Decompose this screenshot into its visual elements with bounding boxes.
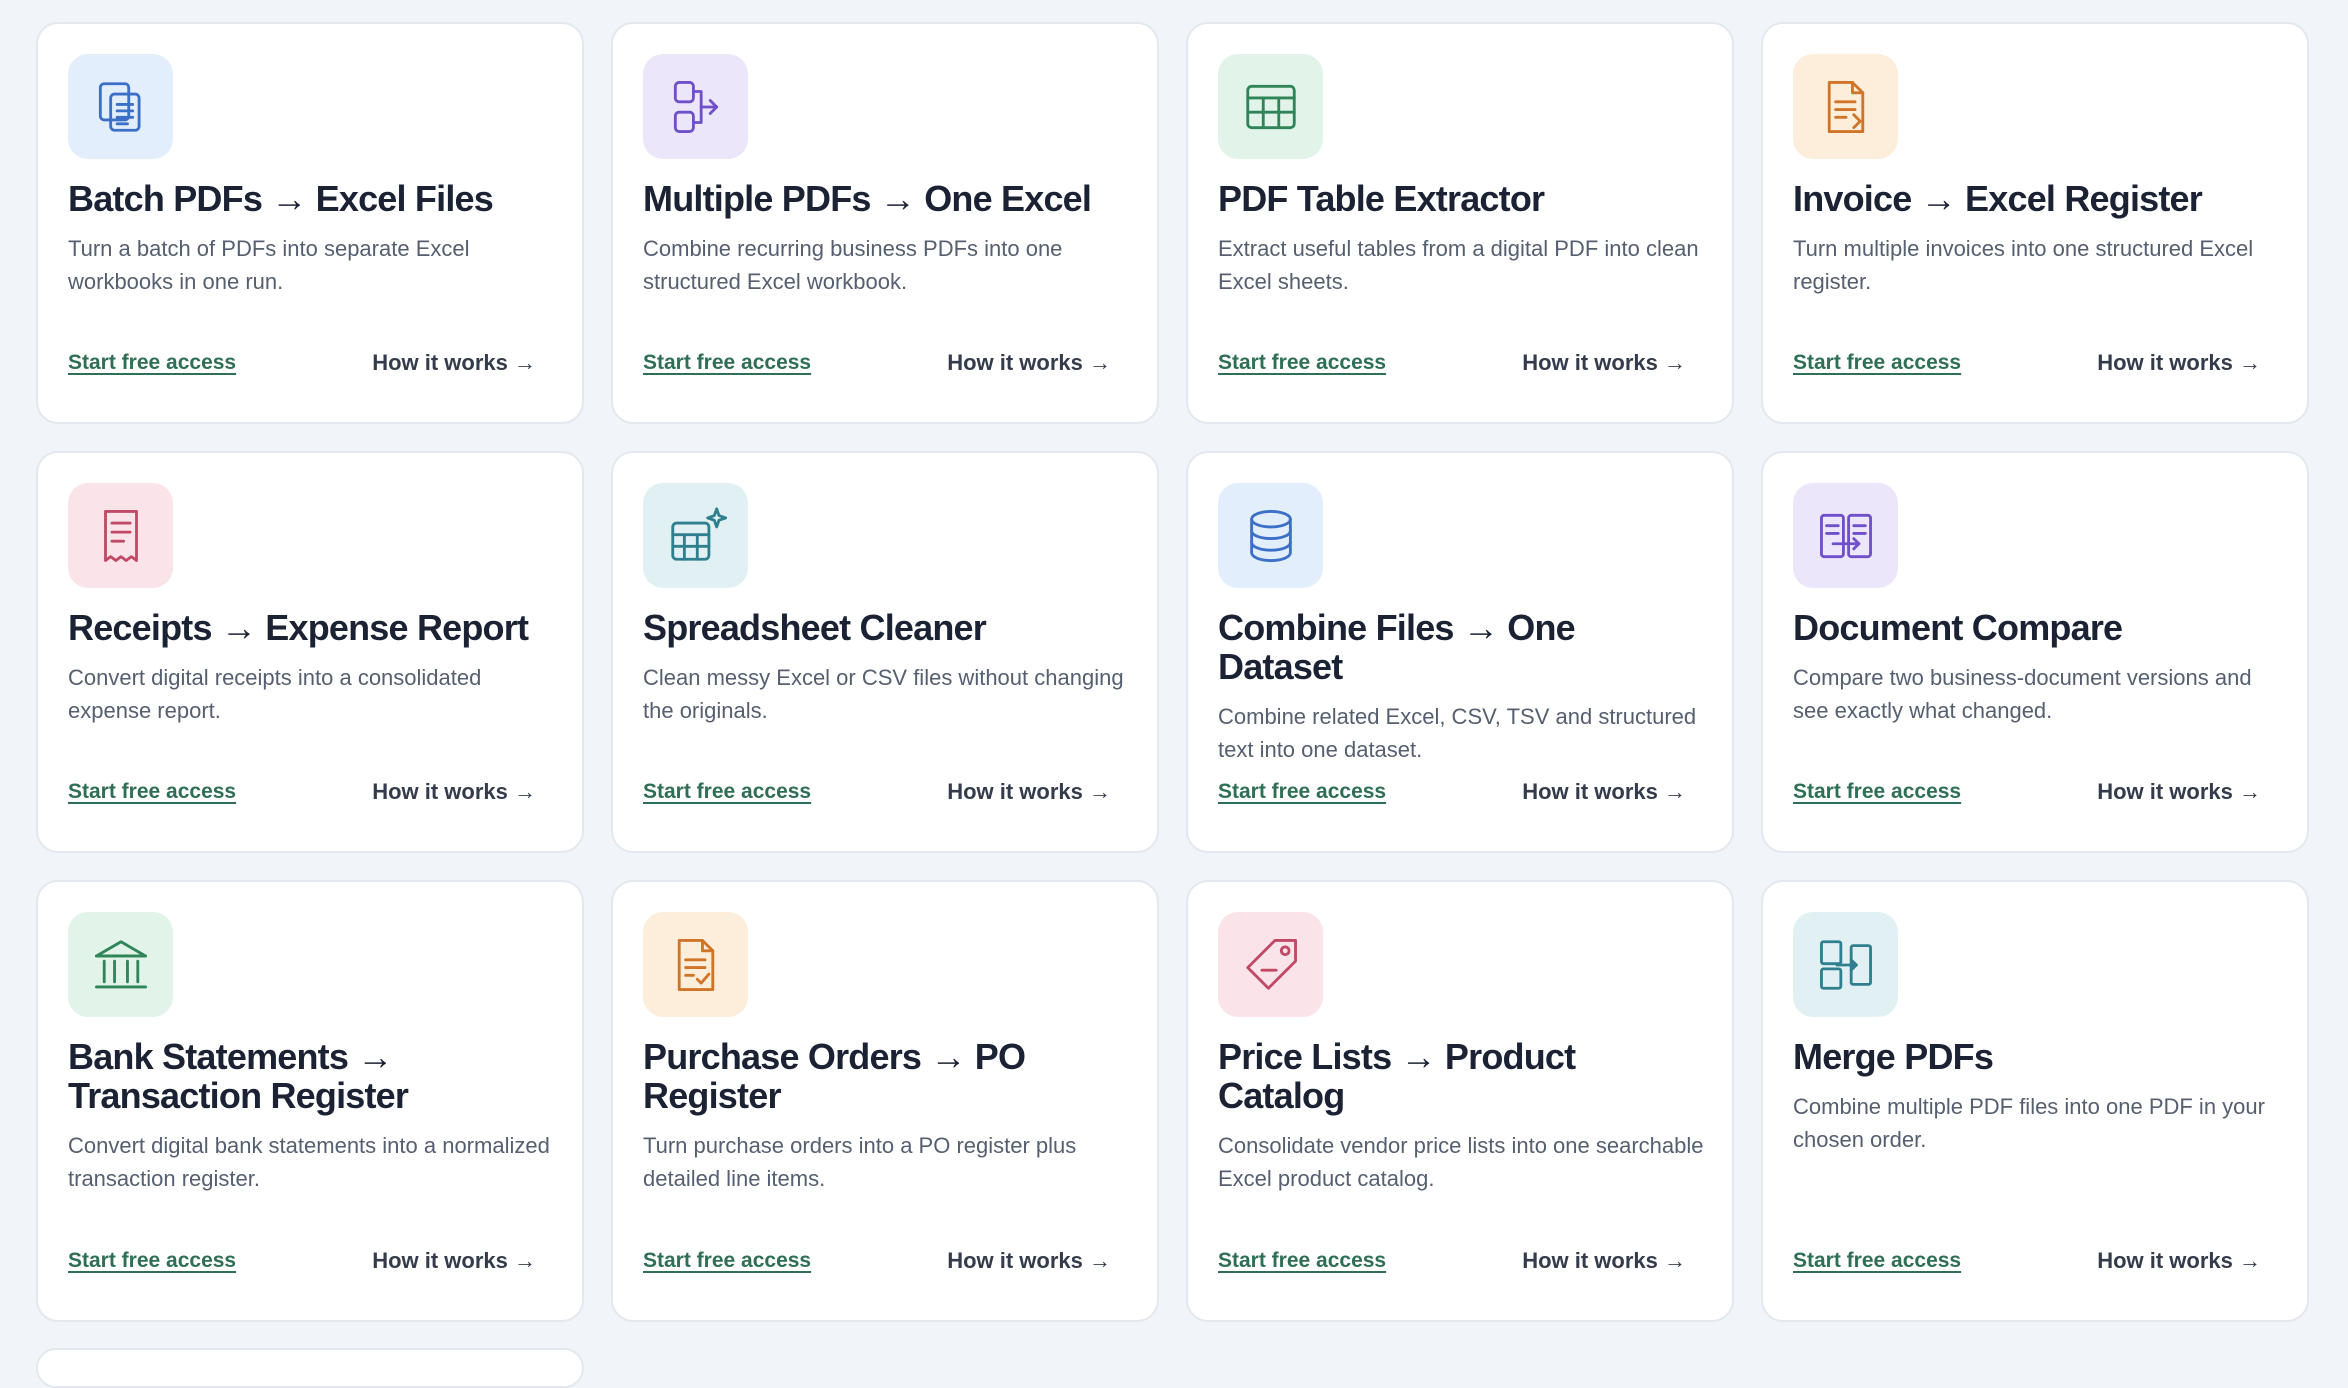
how-it-works-link[interactable]: How it works → — [947, 779, 1111, 805]
card-actions: Start free access How it works → — [1218, 779, 1686, 805]
merge-pdf-icon — [1819, 939, 1872, 990]
compare-icon — [1819, 513, 1872, 558]
start-free-access-link[interactable]: Start free access — [68, 780, 236, 804]
card-title: Batch PDFs → Excel Files — [68, 178, 494, 219]
card-description: Combine related Excel, CSV, TSV and stru… — [1218, 704, 1697, 762]
card-actions: Start free access How it works → — [68, 350, 536, 376]
icon-tile — [1793, 54, 1898, 159]
card-actions: Start free access How it works → — [643, 779, 1111, 805]
card-title: Multiple PDFs → One Excel — [643, 178, 1092, 219]
how-it-works-link[interactable]: How it works → — [947, 350, 1111, 376]
card-description: Convert digital receipts into a consolid… — [68, 665, 482, 723]
documents-copy-icon — [98, 81, 141, 132]
card-description: Combine recurring business PDFs into one… — [643, 236, 1063, 294]
database-icon — [1249, 509, 1292, 562]
receipt-icon — [103, 509, 138, 562]
card-title: Bank Statements → Transaction Register — [68, 1036, 409, 1116]
sparkle-table-icon — [670, 506, 727, 561]
tool-card: Bank Statements → Transaction Register C… — [36, 880, 584, 1322]
icon-tile — [68, 912, 173, 1017]
card-description: Consolidate vendor price lists into one … — [1218, 1133, 1704, 1191]
start-free-access-link[interactable]: Start free access — [643, 1249, 811, 1273]
tool-card: Document Compare Compare two business-do… — [1761, 451, 2309, 853]
start-free-access-link[interactable]: Start free access — [68, 1249, 236, 1273]
card-title: Merge PDFs — [1793, 1036, 1994, 1077]
card-description: Turn purchase orders into a PO register … — [643, 1133, 1077, 1191]
card-description: Turn multiple invoices into one structur… — [1793, 236, 2254, 294]
card-actions: Start free access How it works → — [643, 1248, 1111, 1274]
bank-icon — [94, 939, 147, 988]
card-description: Compare two business-document versions a… — [1793, 665, 2252, 723]
how-it-works-link[interactable]: How it works → — [2097, 1248, 2261, 1274]
price-tag-icon — [1245, 938, 1297, 990]
icon-tile — [643, 912, 748, 1017]
icon-tile — [1218, 483, 1323, 588]
card-actions: Start free access How it works → — [68, 779, 536, 805]
start-free-access-link[interactable]: Start free access — [1793, 1249, 1961, 1273]
card-actions: Start free access How it works → — [1793, 1248, 2261, 1274]
how-it-works-link[interactable]: How it works → — [1522, 779, 1686, 805]
icon-tile — [1793, 912, 1898, 1017]
how-it-works-link[interactable]: How it works → — [372, 350, 536, 376]
card-actions: Start free access How it works → — [68, 1248, 536, 1274]
card-actions: Start free access How it works → — [1793, 779, 2261, 805]
card-actions: Start free access How it works → — [1218, 1248, 1686, 1274]
merge-arrow-icon — [673, 80, 718, 133]
card-title: Purchase Orders → PO Register — [643, 1036, 1026, 1116]
card-title: PDF Table Extractor — [1218, 178, 1545, 219]
card-description: Turn a batch of PDFs into separate Excel… — [68, 236, 470, 294]
icon-tile — [643, 483, 748, 588]
card-title: Invoice → Excel Register — [1793, 178, 2203, 219]
tool-card: Multiple PDFs → One Excel Combine recurr… — [611, 22, 1159, 424]
how-it-works-link[interactable]: How it works → — [1522, 350, 1686, 376]
start-free-access-link[interactable]: Start free access — [1793, 780, 1961, 804]
tool-card: Purchase Orders → PO Register Turn purch… — [611, 880, 1159, 1322]
card-title: Document Compare — [1793, 607, 2123, 648]
table-icon — [1245, 84, 1296, 129]
tool-card: Price Lists → Product Catalog Consolidat… — [1186, 880, 1734, 1322]
start-free-access-link[interactable]: Start free access — [1218, 351, 1386, 375]
tool-card: PDF Table Extractor Extract useful table… — [1186, 22, 1734, 424]
card-title: Spreadsheet Cleaner — [643, 607, 987, 648]
how-it-works-link[interactable]: How it works → — [372, 1248, 536, 1274]
start-free-access-link[interactable]: Start free access — [643, 351, 811, 375]
tool-card: Invoice → Excel Register Turn multiple i… — [1761, 22, 2309, 424]
tool-card: Combine Files → One Dataset Combine rela… — [1186, 451, 1734, 853]
card-description: Convert digital bank statements into a n… — [68, 1133, 550, 1191]
icon-tile — [1793, 483, 1898, 588]
start-free-access-link[interactable]: Start free access — [1218, 1249, 1386, 1273]
tool-card: Receipts → Expense Report Convert digita… — [36, 451, 584, 853]
start-free-access-link[interactable]: Start free access — [1793, 351, 1961, 375]
icon-tile — [68, 54, 173, 159]
purchase-order-icon — [677, 938, 714, 991]
start-free-access-link[interactable]: Start free access — [1218, 780, 1386, 804]
icon-tile — [1218, 912, 1323, 1017]
start-free-access-link[interactable]: Start free access — [643, 780, 811, 804]
tool-card: Batch PDFs → Excel Files Turn a batch of… — [36, 22, 584, 424]
tool-card: Spreadsheet Cleaner Clean messy Excel or… — [611, 451, 1159, 853]
card-description: Clean messy Excel or CSV files without c… — [643, 665, 1124, 723]
invoice-icon — [1827, 80, 1864, 133]
how-it-works-link[interactable]: How it works → — [2097, 350, 2261, 376]
card-description: Combine multiple PDF files into one PDF … — [1793, 1094, 2265, 1152]
tool-card: Merge PDFs Combine multiple PDF files in… — [1761, 880, 2309, 1322]
how-it-works-link[interactable]: How it works → — [2097, 779, 2261, 805]
next-row-card-edge — [36, 1348, 584, 1388]
card-actions: Start free access How it works → — [643, 350, 1111, 376]
card-title: Price Lists → Product Catalog — [1218, 1036, 1576, 1116]
icon-tile — [68, 483, 173, 588]
card-actions: Start free access How it works → — [1793, 350, 2261, 376]
icon-tile — [643, 54, 748, 159]
card-title: Combine Files → One Dataset — [1218, 607, 1576, 687]
icon-tile — [1218, 54, 1323, 159]
tool-card-grid: Batch PDFs → Excel Files Turn a batch of… — [36, 22, 2309, 1322]
how-it-works-link[interactable]: How it works → — [1522, 1248, 1686, 1274]
card-actions: Start free access How it works → — [1218, 350, 1686, 376]
card-title: Receipts → Expense Report — [68, 607, 529, 648]
how-it-works-link[interactable]: How it works → — [947, 1248, 1111, 1274]
how-it-works-link[interactable]: How it works → — [372, 779, 536, 805]
card-description: Extract useful tables from a digital PDF… — [1218, 236, 1699, 294]
start-free-access-link[interactable]: Start free access — [68, 351, 236, 375]
